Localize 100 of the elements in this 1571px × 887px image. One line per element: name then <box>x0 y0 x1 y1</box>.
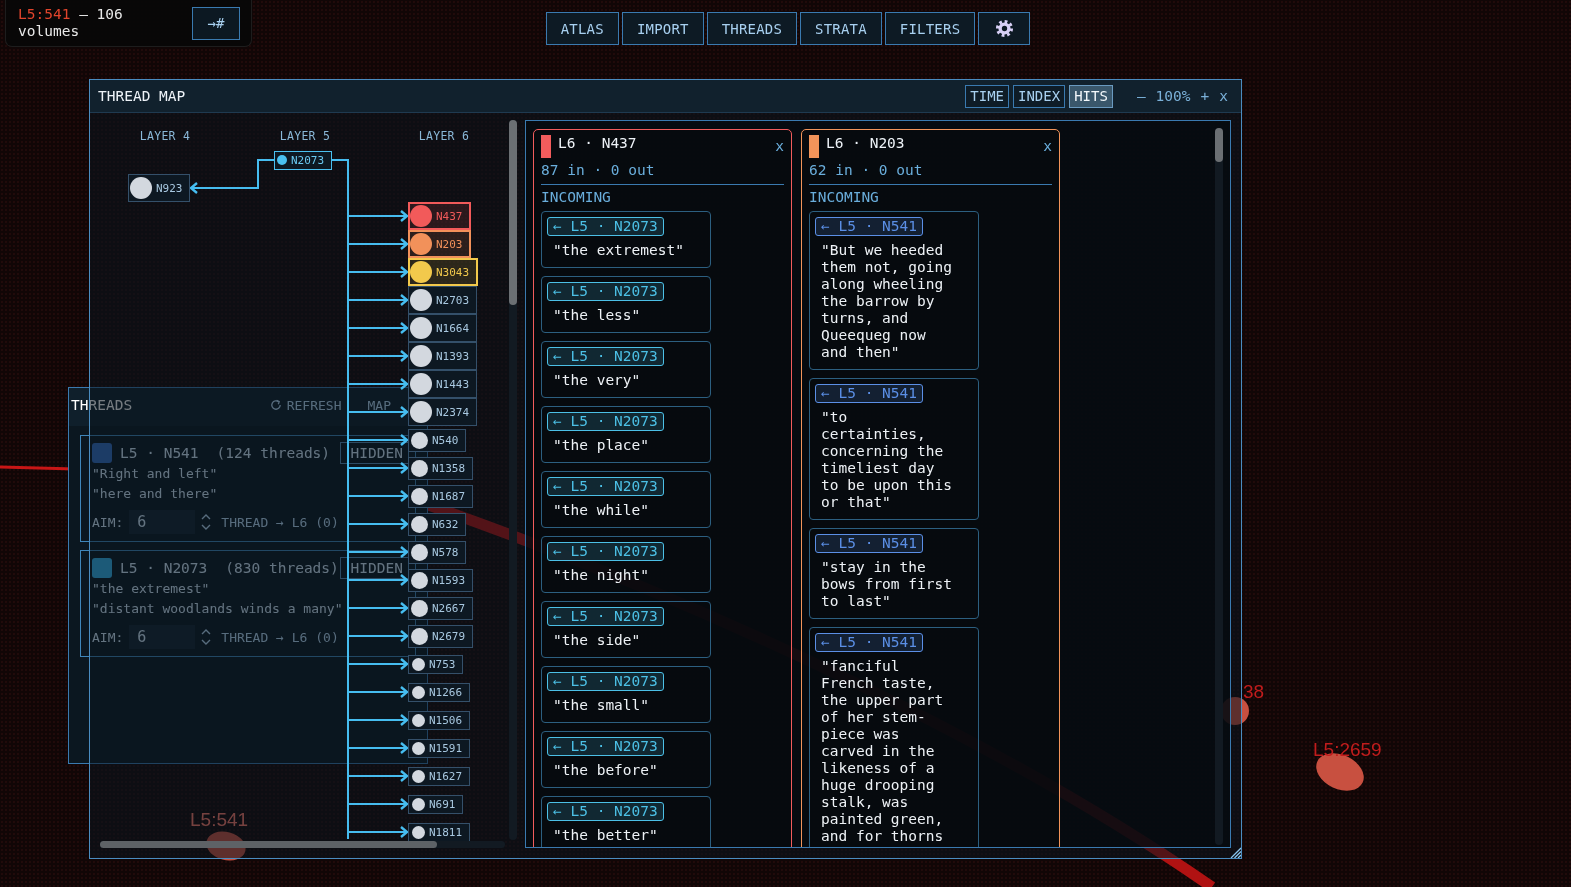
node-dot-icon <box>412 797 425 811</box>
close-button[interactable]: x <box>1043 138 1052 155</box>
node-dot-icon <box>410 289 432 311</box>
graph-node[interactable]: N437 <box>408 202 471 230</box>
source-tag[interactable]: ← L5 · N2073 <box>547 217 664 236</box>
node-dot-icon <box>411 487 428 505</box>
graph-node[interactable]: N1591 <box>408 738 470 758</box>
graph-node[interactable]: N578 <box>408 540 466 564</box>
thread-item[interactable]: L5 · N541 (124 threads) HIDDEN "Right and left" "here and there" AIM: 6 THREAD → L6 (0) <box>80 435 416 542</box>
graph-node[interactable]: N1393 <box>408 342 477 370</box>
thread-item[interactable]: L5 · N2073 (830 threads) HIDDEN "the extremest" "distant woodlands winds a many" AIM: 6 THREAD → L6 (0) <box>80 550 416 657</box>
connector-arrow <box>347 798 409 810</box>
graph-node[interactable]: N1627 <box>408 766 470 786</box>
card-title: L6 · N203 <box>826 135 905 152</box>
graph-node[interactable]: N1664 <box>408 314 477 342</box>
graph-node[interactable]: N1358 <box>408 456 473 480</box>
connector-arrow <box>347 434 409 446</box>
source-tag[interactable]: ← L5 · N2073 <box>547 802 664 821</box>
connector-arrow <box>347 322 409 334</box>
graph-node[interactable]: N1266 <box>408 682 470 702</box>
graph-node[interactable]: N2679 <box>408 624 473 648</box>
source-tag[interactable]: ← L5 · N541 <box>815 384 924 403</box>
nav-button[interactable]: THREADS <box>706 12 798 45</box>
layer-heading: LAYER 4 <box>139 129 191 143</box>
graph-node[interactable]: N540 <box>408 428 466 452</box>
quote-text: "stay in the bows from first to last" <box>821 559 953 610</box>
zoom-in-button[interactable]: + <box>1200 88 1210 104</box>
graph-node[interactable]: N203 <box>408 230 471 258</box>
sort-tab[interactable]: HITS <box>1069 84 1113 108</box>
graph-node[interactable]: N632 <box>408 512 466 536</box>
graph-node[interactable]: N1593 <box>408 568 473 592</box>
nav-button[interactable]: STRATA <box>800 12 882 45</box>
spinner-icon[interactable] <box>201 513 212 531</box>
section-label: INCOMING <box>809 189 880 206</box>
node-dot-icon <box>412 769 425 783</box>
graph-node[interactable]: N753 <box>408 654 463 674</box>
thread-title: L5 · N2073 <box>120 560 208 576</box>
source-tag[interactable]: ← L5 · N2073 <box>547 542 664 561</box>
node-dot-icon <box>412 713 425 727</box>
graph-node[interactable]: N2667 <box>408 596 473 620</box>
node-dot-icon <box>411 515 428 533</box>
scrollbar-thumb[interactable] <box>509 120 517 305</box>
connector-arrow <box>347 378 409 390</box>
zoom-level: 100% <box>1155 88 1191 104</box>
graph-node[interactable]: N1687 <box>408 484 473 508</box>
quote-text: "the extremest" <box>553 242 685 259</box>
graph-node[interactable]: N923 <box>128 174 190 202</box>
spinner-icon[interactable] <box>201 628 212 646</box>
graph-node[interactable]: N3043 <box>408 258 478 286</box>
aim-field[interactable]: 6 <box>129 625 196 649</box>
nav-button[interactable]: ATLAS <box>545 12 619 45</box>
source-tag[interactable]: ← L5 · N2073 <box>547 477 664 496</box>
close-button[interactable]: x <box>775 138 784 155</box>
scrollbar-thumb[interactable] <box>1215 128 1223 162</box>
aim-field[interactable]: 6 <box>129 510 196 534</box>
connector-arrow <box>347 686 409 698</box>
layer-heading: LAYER 6 <box>418 129 470 143</box>
close-button[interactable]: x <box>1219 88 1228 104</box>
node-dot-icon <box>412 657 425 671</box>
connector-arrow <box>347 742 409 754</box>
quote-text: "Right and left" <box>92 465 218 483</box>
source-tag[interactable]: ← L5 · N541 <box>815 534 924 553</box>
jump-button[interactable]: →# <box>192 6 240 40</box>
node-dot-icon <box>411 599 428 617</box>
zoom-out-button[interactable]: – <box>1136 88 1146 104</box>
source-tag[interactable]: ← L5 · N2073 <box>547 672 664 691</box>
node-dot-icon <box>411 627 428 645</box>
graph-node[interactable]: N2703 <box>408 286 477 314</box>
nav-button[interactable]: FILTERS <box>884 12 976 45</box>
quote-text: "distant woodlands winds a many" <box>92 600 343 618</box>
graph-node[interactable]: N2374 <box>408 398 477 426</box>
sort-tab[interactable]: INDEX <box>1013 84 1066 108</box>
nav-button[interactable]: IMPORT <box>621 12 704 45</box>
source-tag[interactable]: ← L5 · N2073 <box>547 737 664 756</box>
source-tag[interactable]: ← L5 · N541 <box>815 633 924 652</box>
source-tag[interactable]: ← L5 · N2073 <box>547 412 664 431</box>
resize-grip-icon[interactable] <box>1230 847 1241 858</box>
graph-node[interactable]: N1811 <box>408 822 470 842</box>
connector-arrow <box>347 294 409 306</box>
graph-node[interactable]: N1443 <box>408 370 477 398</box>
connector-arrow <box>347 826 409 838</box>
map-label: L5:2659 <box>1313 739 1382 760</box>
quote-text: "the small" <box>553 697 651 714</box>
layer-heading: LAYER 5 <box>279 129 331 143</box>
refresh-icon <box>269 399 282 411</box>
graph-node[interactable]: N1506 <box>408 710 470 730</box>
status-text: L5:541 — 106 volumes <box>18 6 124 40</box>
graph-node[interactable]: N691 <box>408 794 463 814</box>
source-tag[interactable]: ← L5 · N541 <box>815 217 924 236</box>
source-tag[interactable]: ← L5 · N2073 <box>547 282 664 301</box>
scrollbar-thumb[interactable] <box>100 841 437 848</box>
graph-node[interactable]: N2073 <box>274 150 332 170</box>
connector-arrow <box>347 714 409 726</box>
quote-text: "the very" <box>553 372 642 389</box>
node-dot-icon <box>412 685 425 699</box>
settings-button[interactable] <box>978 12 1031 45</box>
source-tag[interactable]: ← L5 · N2073 <box>547 347 664 366</box>
sort-tab[interactable]: TIME <box>965 84 1009 108</box>
source-tag[interactable]: ← L5 · N2073 <box>547 607 664 626</box>
connector-arrow <box>347 602 409 614</box>
